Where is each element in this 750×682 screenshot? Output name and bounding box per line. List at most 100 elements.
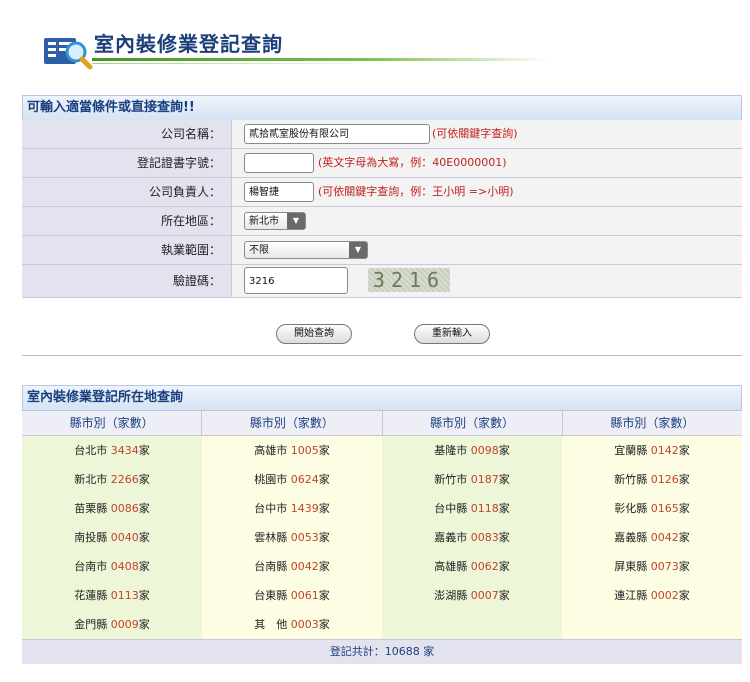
county-name[interactable]: 台中市 [254,502,287,515]
county-cell: 南投縣 0040家 [22,523,202,552]
county-count: 1005 [290,444,319,457]
chevron-down-icon: ▼ [287,213,305,229]
county-cell: 雲林縣 0053家 [202,523,382,552]
search-button[interactable]: 開始查詢 [276,324,352,344]
cert-no-input[interactable] [244,153,314,173]
owner-input[interactable]: 楊智捷 [244,182,314,202]
county-cell: 基隆市 0098家 [382,436,562,465]
county-name[interactable]: 嘉義市 [434,531,467,544]
county-name[interactable]: 台東縣 [254,589,287,602]
county-name[interactable]: 屏東縣 [614,560,647,573]
county-count: 0142 [650,444,679,457]
county-unit: 家 [318,502,330,515]
county-count: 0073 [650,560,679,573]
county-cell: 其 他 0003家 [202,610,382,639]
region-row: 所在地區： 新北市 ▼ [22,207,742,236]
county-name[interactable]: 其 他 [254,618,287,631]
cert-no-label: 登記證書字號： [22,149,232,177]
county-count: 0126 [650,473,679,486]
county-unit: 家 [138,618,150,631]
county-count: 0086 [110,502,139,515]
county-column: 宜蘭縣 0142家 新竹縣 0126家 彰化縣 0165家 嘉義縣 0042家 屏東縣 … [562,436,742,639]
county-name[interactable]: 金門縣 [74,618,107,631]
county-unit: 家 [138,560,150,573]
owner-label: 公司負責人： [22,178,232,206]
county-unit: 家 [498,502,510,515]
title-underline-thin [92,63,392,64]
county-unit: 家 [498,560,510,573]
county-name[interactable]: 台中縣 [434,502,467,515]
county-unit: 家 [318,589,330,602]
county-name[interactable]: 彰化縣 [614,502,647,515]
search-document-icon [44,38,93,70]
reset-button[interactable]: 重新輸入 [414,324,490,344]
county-header-row: 縣市別（家數） 縣市別（家數） 縣市別（家數） 縣市別（家數） [22,411,742,436]
county-count: 0624 [290,473,319,486]
county-cell: 高雄縣 0062家 [382,552,562,581]
county-cell: 苗栗縣 0086家 [22,494,202,523]
county-name[interactable]: 連江縣 [614,589,647,602]
county-unit: 家 [498,589,510,602]
county-name[interactable]: 高雄縣 [434,560,467,573]
page-header: 室內裝修業登記查詢 [40,22,560,72]
county-cell: 台北市 3434家 [22,436,202,465]
county-cell: 嘉義市 0083家 [382,523,562,552]
county-unit: 家 [678,502,690,515]
county-cell: 新竹市 0187家 [382,465,562,494]
county-unit: 家 [318,560,330,573]
county-cell: 連江縣 0002家 [562,581,742,610]
county-name[interactable]: 基隆市 [434,444,467,457]
county-name[interactable]: 新竹市 [434,473,467,486]
scope-select[interactable]: 不限 ▼ [244,241,368,259]
county-cell: 高雄市 1005家 [202,436,382,465]
county-name[interactable]: 台南市 [74,560,107,573]
county-name[interactable]: 嘉義縣 [614,531,647,544]
county-unit: 家 [318,531,330,544]
county-unit: 家 [678,444,690,457]
county-cell: 花蓮縣 0113家 [22,581,202,610]
county-cell: 宜蘭縣 0142家 [562,436,742,465]
county-name[interactable]: 台北市 [74,444,107,457]
region-select[interactable]: 新北市 ▼ [244,212,306,230]
county-name[interactable]: 高雄市 [254,444,287,457]
captcha-label: 驗證碼： [22,265,232,297]
county-unit: 家 [678,473,690,486]
county-name[interactable]: 台南縣 [254,560,287,573]
county-column: 台北市 3434家 新北市 2266家 苗栗縣 0086家 南投縣 0040家 台南市 … [22,436,202,639]
county-unit: 家 [138,589,150,602]
county-column: 基隆市 0098家 新竹市 0187家 台中縣 0118家 嘉義市 0083家 高雄縣 … [382,436,562,639]
county-cell: 台南縣 0042家 [202,552,382,581]
form-section-title: 可輸入適當條件或直接查詢!! [22,95,742,120]
county-unit: 家 [318,444,330,457]
county-name[interactable]: 新北市 [74,473,107,486]
column-header: 縣市別（家數） [610,416,695,430]
county-count: 0061 [290,589,319,602]
county-cell: 屏東縣 0073家 [562,552,742,581]
county-unit: 家 [678,589,690,602]
page-title: 室內裝修業登記查詢 [94,32,283,56]
county-name[interactable]: 苗栗縣 [74,502,107,515]
county-cell: 新北市 2266家 [22,465,202,494]
region-selected-value: 新北市 [249,216,279,227]
company-name-input[interactable]: 貳拾貳室股份有限公司 [244,124,430,144]
captcha-input[interactable]: 3216 [244,267,348,294]
county-count: 0113 [110,589,139,602]
county-name[interactable]: 南投縣 [74,531,107,544]
county-cell: 嘉義縣 0042家 [562,523,742,552]
county-name[interactable]: 花蓮縣 [74,589,107,602]
county-name[interactable]: 新竹縣 [614,473,647,486]
county-count: 3434 [110,444,139,457]
county-name[interactable]: 雲林縣 [254,531,287,544]
county-name[interactable]: 澎湖縣 [434,589,467,602]
county-unit: 家 [678,560,690,573]
county-count: 0053 [290,531,319,544]
county-unit: 家 [318,618,330,631]
county-cell: 台中縣 0118家 [382,494,562,523]
county-unit: 家 [498,444,510,457]
county-name[interactable]: 宜蘭縣 [614,444,647,457]
county-name[interactable]: 桃園市 [254,473,287,486]
column-header: 縣市別（家數） [22,411,203,435]
county-count: 0009 [110,618,139,631]
county-count: 0007 [470,589,499,602]
county-column: 高雄市 1005家 桃園市 0624家 台中市 1439家 雲林縣 0053家 台南縣 … [202,436,382,639]
